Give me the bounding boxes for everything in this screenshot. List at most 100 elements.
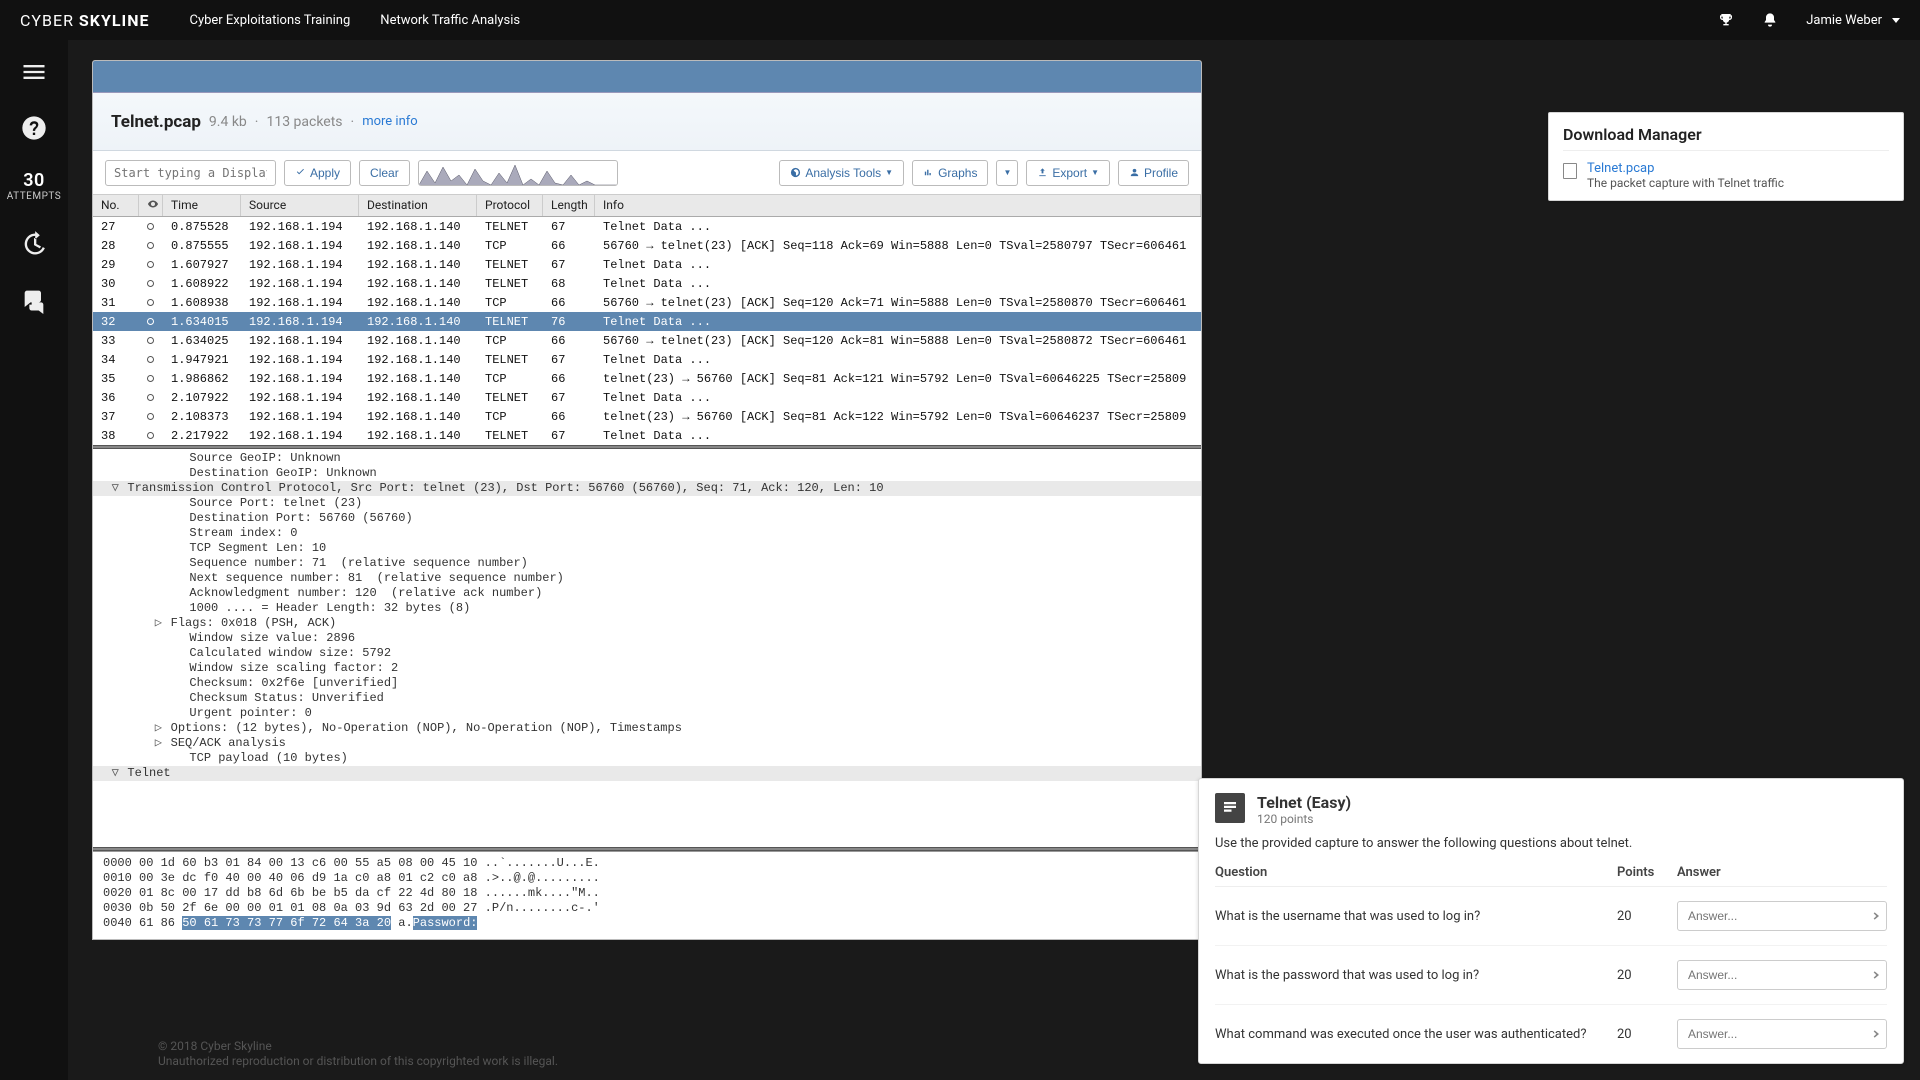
bell-icon[interactable] — [1762, 12, 1778, 28]
question-text: What command was executed once the user … — [1215, 1027, 1617, 1042]
more-info-link[interactable]: more info — [362, 114, 418, 129]
apply-button[interactable]: Apply — [284, 160, 351, 186]
graphs-dropdown[interactable]: ▼ — [996, 160, 1018, 186]
table-row[interactable]: 331.634025192.168.1.194192.168.1.140TCP6… — [93, 331, 1201, 350]
download-manager-title: Download Manager — [1563, 125, 1889, 151]
submit-arrow-icon[interactable] — [1865, 1026, 1881, 1042]
user-name: Jamie Weber — [1806, 13, 1882, 28]
table-row[interactable]: 351.986862192.168.1.194192.168.1.140TCP6… — [93, 369, 1201, 388]
challenge-panel: Telnet (Easy) 120 points Use the provide… — [1198, 778, 1904, 1064]
table-row[interactable]: 270.875528192.168.1.194192.168.1.140TELN… — [93, 217, 1201, 236]
packet-details[interactable]: Source GeoIP: Unknown Destination GeoIP:… — [93, 449, 1201, 847]
user-menu[interactable]: Jamie Weber — [1806, 13, 1900, 28]
packet-table-header: No. Time Source Destination Protocol Len… — [93, 195, 1201, 217]
question-points: 20 — [1617, 968, 1677, 983]
table-row[interactable]: 291.607927192.168.1.194192.168.1.140TELN… — [93, 255, 1201, 274]
detail-line[interactable]: Window size value: 2896 — [93, 631, 1201, 646]
table-row[interactable]: 362.107922192.168.1.194192.168.1.140TELN… — [93, 388, 1201, 407]
file-size: 9.4 kb — [209, 114, 247, 130]
chat-icon[interactable] — [20, 286, 48, 314]
hex-line[interactable]: 0030 0b 50 2f 6e 00 00 01 01 08 0a 03 9d… — [103, 901, 1191, 916]
caret-down-icon — [1892, 18, 1900, 23]
export-button[interactable]: Export ▼ — [1026, 160, 1110, 186]
packet-analyzer: Telnet.pcap 9.4 kb · 113 packets · more … — [92, 60, 1202, 940]
table-row[interactable]: 321.634015192.168.1.194192.168.1.140TELN… — [93, 312, 1201, 331]
nav-link-cyber-exploit[interactable]: Cyber Exploitations Training — [189, 13, 350, 28]
submit-arrow-icon[interactable] — [1865, 967, 1881, 983]
detail-line[interactable]: Source GeoIP: Unknown — [93, 451, 1201, 466]
answer-input[interactable] — [1677, 960, 1887, 990]
packet-table-body[interactable]: 270.875528192.168.1.194192.168.1.140TELN… — [93, 217, 1201, 445]
question-row: What command was executed once the user … — [1215, 1005, 1887, 1049]
detail-line[interactable]: Checksum Status: Unverified — [93, 691, 1201, 706]
answer-input[interactable] — [1677, 901, 1887, 931]
attempts-counter: 30 ATTEMPTS — [7, 170, 61, 202]
file-icon — [1563, 163, 1577, 179]
table-row[interactable]: 280.875555192.168.1.194192.168.1.140TCP6… — [93, 236, 1201, 255]
detail-line[interactable]: Sequence number: 71 (relative sequence n… — [93, 556, 1201, 571]
detail-line[interactable]: Window size scaling factor: 2 — [93, 661, 1201, 676]
detail-line[interactable]: 1000 .... = Header Length: 32 bytes (8) — [93, 601, 1201, 616]
detail-line[interactable]: Destination Port: 56760 (56760) — [93, 511, 1201, 526]
eye-icon — [147, 198, 159, 210]
hex-line[interactable]: 0020 01 8c 00 17 dd b8 6d 6b be b5 da cf… — [103, 886, 1191, 901]
display-filter-input[interactable] — [105, 160, 276, 186]
detail-line[interactable]: Calculated window size: 5792 — [93, 646, 1201, 661]
table-row[interactable]: 372.108373192.168.1.194192.168.1.140TCP6… — [93, 407, 1201, 426]
analysis-tools-button[interactable]: Analysis Tools ▼ — [779, 160, 904, 186]
filename: Telnet.pcap — [111, 112, 201, 132]
detail-line[interactable]: Checksum: 0x2f6e [unverified] — [93, 676, 1201, 691]
brand-logo[interactable]: CYBER SKYLINE — [20, 11, 149, 30]
packet-count: 113 packets — [266, 114, 342, 130]
question-text: What is the password that was used to lo… — [1215, 968, 1617, 983]
question-row: What is the username that was used to lo… — [1215, 887, 1887, 946]
trophy-icon[interactable] — [1718, 12, 1734, 28]
challenge-icon — [1215, 793, 1245, 823]
graphs-button[interactable]: Graphs — [912, 160, 988, 186]
question-points: 20 — [1617, 909, 1677, 924]
analyzer-titlebar — [93, 61, 1201, 93]
history-icon[interactable] — [20, 230, 48, 258]
sparkline[interactable] — [418, 160, 618, 186]
detail-line[interactable]: TCP payload (10 bytes) — [93, 751, 1201, 766]
profile-button[interactable]: Profile — [1118, 160, 1189, 186]
detail-line[interactable]: ▷ Options: (12 bytes), No-Operation (NOP… — [93, 721, 1201, 736]
detail-line[interactable]: Next sequence number: 81 (relative seque… — [93, 571, 1201, 586]
submit-arrow-icon[interactable] — [1865, 908, 1881, 924]
challenge-points: 120 points — [1257, 812, 1351, 826]
hex-line[interactable]: 0010 00 3e dc f0 40 00 40 06 d9 1a c0 a8… — [103, 871, 1191, 886]
detail-line[interactable]: Acknowledgment number: 120 (relative ack… — [93, 586, 1201, 601]
page-footer: © 2018 Cyber Skyline Unauthorized reprod… — [158, 1039, 558, 1070]
table-row[interactable]: 311.608938192.168.1.194192.168.1.140TCP6… — [93, 293, 1201, 312]
table-row[interactable]: 341.947921192.168.1.194192.168.1.140TELN… — [93, 350, 1201, 369]
toolbar: Apply Clear Analysis Tools ▼ Graphs ▼ Ex… — [93, 151, 1201, 195]
detail-line[interactable]: TCP Segment Len: 10 — [93, 541, 1201, 556]
detail-line[interactable]: ▽ Telnet — [93, 766, 1201, 781]
menu-icon[interactable] — [20, 58, 48, 86]
table-row[interactable]: 301.608922192.168.1.194192.168.1.140TELN… — [93, 274, 1201, 293]
clear-button[interactable]: Clear — [359, 160, 410, 186]
challenge-desc: Use the provided capture to answer the f… — [1215, 836, 1887, 851]
side-rail: 30 ATTEMPTS — [0, 40, 68, 1080]
question-text: What is the username that was used to lo… — [1215, 909, 1617, 924]
question-row: What is the password that was used to lo… — [1215, 946, 1887, 1005]
download-file-link[interactable]: Telnet.pcap — [1587, 161, 1784, 176]
download-manager: Download Manager Telnet.pcap The packet … — [1548, 112, 1904, 201]
hex-line[interactable]: 0040 61 86 50 61 73 73 77 6f 72 64 3a 20… — [103, 916, 1191, 931]
hex-dump[interactable]: 0000 00 1d 60 b3 01 84 00 13 c6 00 55 a5… — [93, 851, 1201, 939]
main-area: Telnet.pcap 9.4 kb · 113 packets · more … — [68, 40, 1920, 1080]
detail-line[interactable]: ▷ Flags: 0x018 (PSH, ACK) — [93, 616, 1201, 631]
help-icon[interactable] — [20, 114, 48, 142]
nav-link-network-traffic[interactable]: Network Traffic Analysis — [380, 13, 520, 28]
detail-line[interactable]: Source Port: telnet (23) — [93, 496, 1201, 511]
detail-line[interactable]: Destination GeoIP: Unknown — [93, 466, 1201, 481]
detail-line[interactable]: Stream index: 0 — [93, 526, 1201, 541]
table-row[interactable]: 382.217922192.168.1.194192.168.1.140TELN… — [93, 426, 1201, 445]
detail-line[interactable]: ▽ Transmission Control Protocol, Src Por… — [93, 481, 1201, 496]
hex-line[interactable]: 0000 00 1d 60 b3 01 84 00 13 c6 00 55 a5… — [103, 856, 1191, 871]
question-points: 20 — [1617, 1027, 1677, 1042]
download-file-desc: The packet capture with Telnet traffic — [1587, 176, 1784, 190]
detail-line[interactable]: Urgent pointer: 0 — [93, 706, 1201, 721]
detail-line[interactable]: ▷ SEQ/ACK analysis — [93, 736, 1201, 751]
answer-input[interactable] — [1677, 1019, 1887, 1049]
